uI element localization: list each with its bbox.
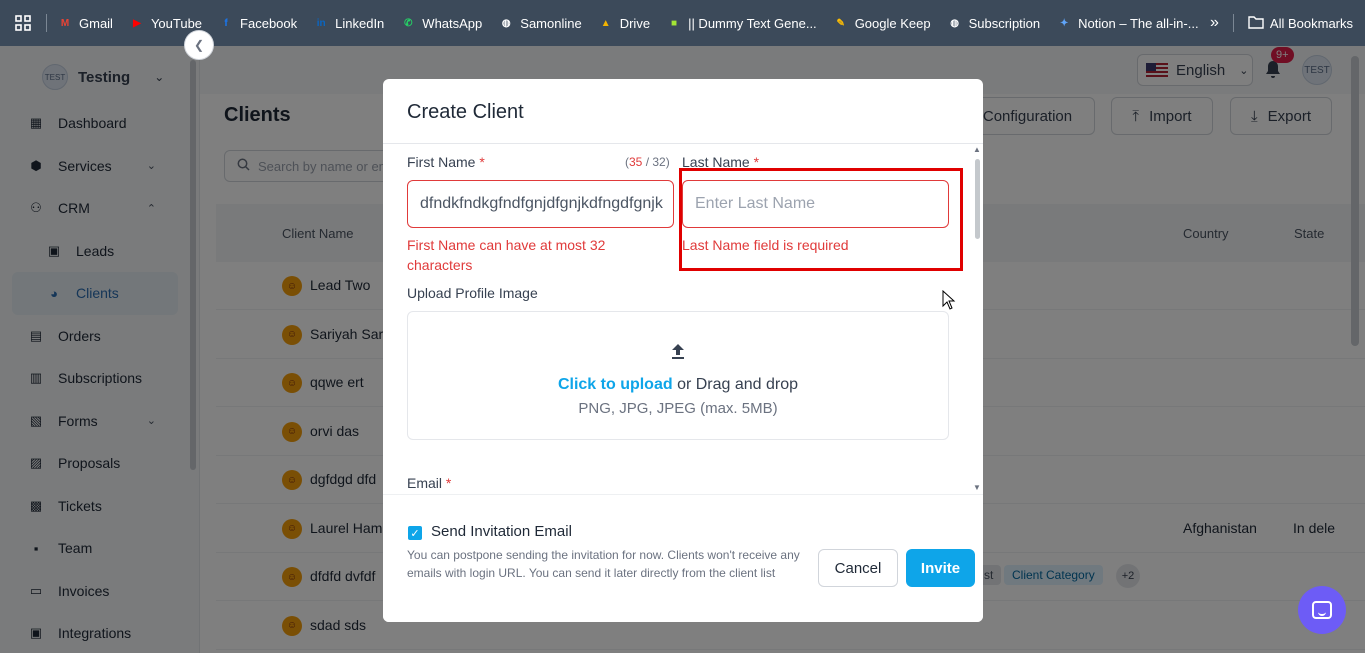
bookmark-label: Notion – The all-in-... xyxy=(1078,15,1199,31)
mouse-cursor-icon xyxy=(942,289,956,310)
bookmark-item[interactable]: f Facebook xyxy=(218,15,297,31)
create-client-modal: Create Client First Name * (35 / 32) dfn… xyxy=(383,79,983,622)
first-name-value: dfndkfndkgfndfgnjdfgnjkdfngdfgnjk xyxy=(420,195,663,212)
required-marker: * xyxy=(445,475,452,491)
character-counter: (35 / 32) xyxy=(625,155,670,169)
bookmark-label: Gmail xyxy=(79,15,113,31)
first-name-error: First Name can have at most 32 character… xyxy=(407,237,606,273)
modal-scroll-thumb[interactable] xyxy=(975,159,980,239)
bookmark-item[interactable]: ◍ Samonline xyxy=(498,15,582,31)
bookmark-item[interactable]: ▶ YouTube xyxy=(129,15,202,31)
chevron-left-icon: ❮ xyxy=(193,38,205,52)
invitation-hint: You can postpone sending the invitation … xyxy=(407,548,800,580)
all-bookmarks-label: All Bookmarks xyxy=(1269,15,1353,31)
all-bookmarks-button[interactable]: All Bookmarks xyxy=(1248,15,1353,32)
notion-icon: ✦ xyxy=(1059,17,1069,29)
bookmarks-separator xyxy=(46,14,47,32)
counter-max: 32 xyxy=(652,155,666,169)
bookmark-label: Google Keep xyxy=(854,15,931,31)
invite-button[interactable]: Invite xyxy=(906,549,975,587)
cancel-button[interactable]: Cancel xyxy=(818,549,898,587)
bookmark-label: WhatsApp xyxy=(422,15,483,31)
globe-icon: ◍ xyxy=(501,17,511,29)
bookmark-label: Samonline xyxy=(520,15,582,31)
send-invitation-checkbox[interactable]: ✓ xyxy=(408,526,422,540)
more-bookmarks-button[interactable]: » xyxy=(1210,14,1219,32)
bookmark-item[interactable]: ◍ Subscription xyxy=(947,15,1041,31)
scroll-up-icon[interactable]: ▲ xyxy=(973,145,981,154)
bookmark-item[interactable]: ■ || Dummy Text Gene... xyxy=(666,15,817,31)
modal-footer: ✓ Send Invitation Email You can postpone… xyxy=(383,494,983,622)
facebook-icon: f xyxy=(224,17,228,29)
folder-icon xyxy=(1248,15,1264,32)
bookmark-label: Drive xyxy=(619,15,651,31)
bookmark-item[interactable]: in LinkedIn xyxy=(313,15,385,31)
first-name-label: First Name * xyxy=(407,154,485,170)
keep-icon: ✎ xyxy=(836,17,845,29)
bookmark-item[interactable]: ✦ Notion – The all-in-... xyxy=(1056,15,1199,31)
bookmark-item[interactable]: M Gmail xyxy=(57,15,113,31)
checkmark-icon: ✓ xyxy=(410,527,420,540)
whatsapp-icon: ✆ xyxy=(404,17,413,29)
first-name-input[interactable]: dfndkfndkgfndfgnjdfgnjkdfngdfgnjk xyxy=(407,180,674,228)
email-label-text: Email xyxy=(407,475,443,491)
drive-icon: ▲ xyxy=(600,17,611,29)
chat-icon xyxy=(1312,601,1332,619)
error-highlight-box xyxy=(679,168,963,271)
scroll-down-icon[interactable]: ▼ xyxy=(973,483,981,492)
bookmark-label: || Dummy Text Gene... xyxy=(688,15,817,31)
upload-icon xyxy=(670,342,686,365)
click-to-upload-link[interactable]: Click to upload xyxy=(558,376,673,393)
email-label: Email * xyxy=(407,475,451,491)
bookmarks-separator xyxy=(1232,14,1234,32)
upload-drag-text: or Drag and drop xyxy=(672,376,799,393)
linkedin-icon: in xyxy=(316,17,326,29)
bookmark-item[interactable]: ▲ Drive xyxy=(598,15,650,31)
collapse-sidebar-button[interactable]: ❮ xyxy=(184,30,214,60)
bookmark-label: LinkedIn xyxy=(335,15,385,31)
required-marker: * xyxy=(479,154,485,170)
bookmark-label: YouTube xyxy=(150,15,203,31)
send-invitation-label[interactable]: Send Invitation Email xyxy=(431,523,572,540)
dummy-text-icon: ■ xyxy=(671,17,678,29)
upload-label: Upload Profile Image xyxy=(407,285,538,301)
bookmark-item[interactable]: ✆ WhatsApp xyxy=(400,15,482,31)
youtube-icon: ▶ xyxy=(133,17,141,29)
counter-current: 35 xyxy=(629,155,643,169)
first-name-label-text: First Name xyxy=(407,154,476,170)
upload-dropzone[interactable]: Click to upload or Drag and drop PNG, JP… xyxy=(407,311,949,440)
modal-title: Create Client xyxy=(407,101,524,123)
bookmark-label: Subscription xyxy=(968,15,1041,31)
globe-icon: ◍ xyxy=(950,17,959,29)
gmail-icon: M xyxy=(60,17,70,29)
counter-separator: / xyxy=(642,155,653,169)
upload-instructions: Click to upload or Drag and drop xyxy=(408,376,948,394)
apps-grid-icon[interactable] xyxy=(0,15,46,31)
upload-formats: PNG, JPG, JPEG (max. 5MB) xyxy=(578,400,778,417)
bookmark-item[interactable]: ✎ Google Keep xyxy=(833,15,931,31)
chat-support-button[interactable] xyxy=(1298,586,1346,634)
bookmark-label: Facebook xyxy=(240,15,298,31)
